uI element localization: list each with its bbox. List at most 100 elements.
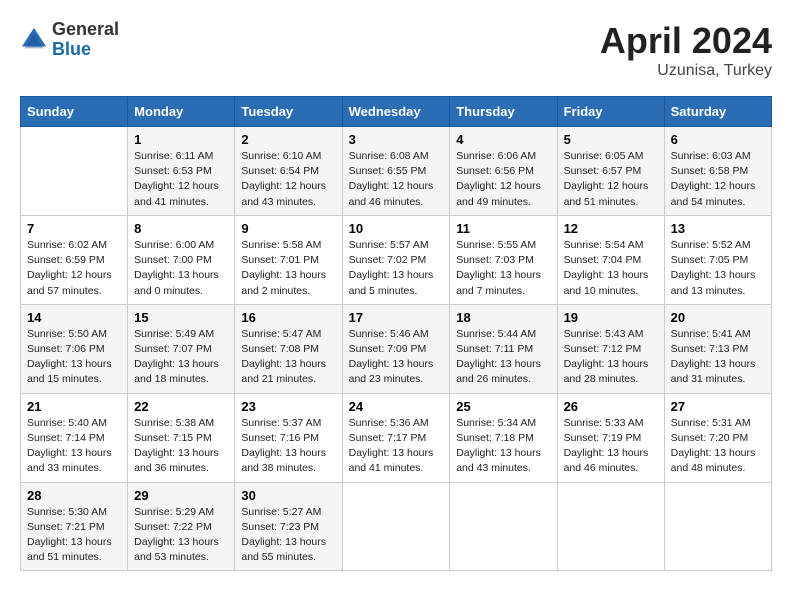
day-number: 8 xyxy=(134,221,228,236)
page-header: General Blue April 2024 Uzunisa, Turkey xyxy=(20,20,772,80)
calendar-week-row: 21Sunrise: 5:40 AMSunset: 7:14 PMDayligh… xyxy=(21,393,772,482)
day-info: Sunrise: 6:00 AMSunset: 7:00 PMDaylight:… xyxy=(134,238,228,299)
day-number: 30 xyxy=(241,488,335,503)
calendar-cell: 13Sunrise: 5:52 AMSunset: 7:05 PMDayligh… xyxy=(664,215,771,304)
day-info: Sunrise: 5:50 AMSunset: 7:06 PMDaylight:… xyxy=(27,327,121,388)
day-info: Sunrise: 6:03 AMSunset: 6:58 PMDaylight:… xyxy=(671,149,765,210)
weekday-header: Sunday xyxy=(21,97,128,127)
day-number: 9 xyxy=(241,221,335,236)
weekday-header-row: SundayMondayTuesdayWednesdayThursdayFrid… xyxy=(21,97,772,127)
calendar-cell xyxy=(450,482,557,571)
day-number: 19 xyxy=(564,310,658,325)
day-info: Sunrise: 5:30 AMSunset: 7:21 PMDaylight:… xyxy=(27,505,121,566)
calendar-cell: 16Sunrise: 5:47 AMSunset: 7:08 PMDayligh… xyxy=(235,304,342,393)
calendar-cell: 26 Sunrise: 5:33 AMSunset: 7:19 PMDayligh… xyxy=(557,393,664,482)
day-info: Sunrise: 5:29 AMSunset: 7:22 PMDaylight:… xyxy=(134,505,228,566)
calendar-cell: 19 Sunrise: 5:43 AMSunset: 7:12 PMDayligh… xyxy=(557,304,664,393)
day-number: 27 xyxy=(671,399,765,414)
logo-icon xyxy=(20,26,48,54)
calendar-cell: 10Sunrise: 5:57 AMSunset: 7:02 PMDayligh… xyxy=(342,215,450,304)
calendar-cell: 18Sunrise: 5:44 AMSunset: 7:11 PMDayligh… xyxy=(450,304,557,393)
weekday-header: Monday xyxy=(128,97,235,127)
calendar-cell: 28 Sunrise: 5:30 AMSunset: 7:21 PMDayligh… xyxy=(21,482,128,571)
day-number: 25 xyxy=(456,399,550,414)
day-number: 7 xyxy=(27,221,121,236)
calendar-cell: 15 Sunrise: 5:49 AMSunset: 7:07 PMDayligh… xyxy=(128,304,235,393)
weekday-header: Tuesday xyxy=(235,97,342,127)
day-number: 29 xyxy=(134,488,228,503)
day-number: 15 xyxy=(134,310,228,325)
day-info: Sunrise: 5:46 AMSunset: 7:09 PMDaylight:… xyxy=(349,327,444,388)
calendar-cell: 1Sunrise: 6:11 AMSunset: 6:53 PMDaylight… xyxy=(128,127,235,216)
day-info: Sunrise: 5:27 AMSunset: 7:23 PMDaylight:… xyxy=(241,505,335,566)
calendar-week-row: 7 Sunrise: 6:02 AMSunset: 6:59 PMDaylight… xyxy=(21,215,772,304)
calendar-week-row: 14 Sunrise: 5:50 AMSunset: 7:06 PMDayligh… xyxy=(21,304,772,393)
calendar-cell: 23 Sunrise: 5:37 AMSunset: 7:16 PMDayligh… xyxy=(235,393,342,482)
day-number: 5 xyxy=(564,132,658,147)
day-number: 24 xyxy=(349,399,444,414)
day-info: Sunrise: 5:54 AMSunset: 7:04 PMDaylight:… xyxy=(564,238,658,299)
day-number: 20 xyxy=(671,310,765,325)
day-number: 14 xyxy=(27,310,121,325)
calendar-cell: 8 Sunrise: 6:00 AMSunset: 7:00 PMDaylight… xyxy=(128,215,235,304)
calendar-cell: 30 Sunrise: 5:27 AMSunset: 7:23 PMDayligh… xyxy=(235,482,342,571)
calendar-cell: 14 Sunrise: 5:50 AMSunset: 7:06 PMDayligh… xyxy=(21,304,128,393)
main-title: April 2024 xyxy=(600,20,772,62)
day-number: 1 xyxy=(134,132,228,147)
calendar-cell: 20 Sunrise: 5:41 AMSunset: 7:13 PMDayligh… xyxy=(664,304,771,393)
day-info: Sunrise: 5:41 AMSunset: 7:13 PMDaylight:… xyxy=(671,327,765,388)
calendar-cell xyxy=(557,482,664,571)
calendar-cell: 29 Sunrise: 5:29 AMSunset: 7:22 PMDayligh… xyxy=(128,482,235,571)
logo: General Blue xyxy=(20,20,119,60)
day-number: 22 xyxy=(134,399,228,414)
day-info: Sunrise: 5:34 AMSunset: 7:18 PMDaylight:… xyxy=(456,416,550,477)
day-number: 28 xyxy=(27,488,121,503)
day-info: Sunrise: 6:06 AMSunset: 6:56 PMDaylight:… xyxy=(456,149,550,210)
day-number: 4 xyxy=(456,132,550,147)
day-number: 17 xyxy=(349,310,444,325)
calendar-table: SundayMondayTuesdayWednesdayThursdayFrid… xyxy=(20,96,772,571)
day-number: 26 xyxy=(564,399,658,414)
day-info: Sunrise: 5:36 AMSunset: 7:17 PMDaylight:… xyxy=(349,416,444,477)
day-info: Sunrise: 5:37 AMSunset: 7:16 PMDaylight:… xyxy=(241,416,335,477)
day-info: Sunrise: 6:08 AMSunset: 6:55 PMDaylight:… xyxy=(349,149,444,210)
day-number: 6 xyxy=(671,132,765,147)
day-info: Sunrise: 5:55 AMSunset: 7:03 PMDaylight:… xyxy=(456,238,550,299)
calendar-week-row: 28 Sunrise: 5:30 AMSunset: 7:21 PMDayligh… xyxy=(21,482,772,571)
day-info: Sunrise: 6:02 AMSunset: 6:59 PMDaylight:… xyxy=(27,238,121,299)
day-info: Sunrise: 5:49 AMSunset: 7:07 PMDaylight:… xyxy=(134,327,228,388)
day-number: 3 xyxy=(349,132,444,147)
day-info: Sunrise: 6:05 AMSunset: 6:57 PMDaylight:… xyxy=(564,149,658,210)
calendar-cell xyxy=(664,482,771,571)
calendar-cell: 2 Sunrise: 6:10 AMSunset: 6:54 PMDaylight… xyxy=(235,127,342,216)
calendar-cell: 5 Sunrise: 6:05 AMSunset: 6:57 PMDaylight… xyxy=(557,127,664,216)
day-number: 18 xyxy=(456,310,550,325)
calendar-cell: 6 Sunrise: 6:03 AMSunset: 6:58 PMDaylight… xyxy=(664,127,771,216)
logo-blue: Blue xyxy=(52,40,119,60)
calendar-cell xyxy=(21,127,128,216)
day-info: Sunrise: 5:33 AMSunset: 7:19 PMDaylight:… xyxy=(564,416,658,477)
calendar-cell: 24 Sunrise: 5:36 AMSunset: 7:17 PMDayligh… xyxy=(342,393,450,482)
calendar-week-row: 1Sunrise: 6:11 AMSunset: 6:53 PMDaylight… xyxy=(21,127,772,216)
weekday-header: Saturday xyxy=(664,97,771,127)
title-block: April 2024 Uzunisa, Turkey xyxy=(600,20,772,80)
calendar-cell: 17 Sunrise: 5:46 AMSunset: 7:09 PMDayligh… xyxy=(342,304,450,393)
day-number: 13 xyxy=(671,221,765,236)
calendar-cell: 25 Sunrise: 5:34 AMSunset: 7:18 PMDayligh… xyxy=(450,393,557,482)
day-number: 23 xyxy=(241,399,335,414)
day-number: 10 xyxy=(349,221,444,236)
day-number: 11 xyxy=(456,221,550,236)
weekday-header: Thursday xyxy=(450,97,557,127)
day-info: Sunrise: 5:43 AMSunset: 7:12 PMDaylight:… xyxy=(564,327,658,388)
calendar-cell: 27 Sunrise: 5:31 AMSunset: 7:20 PMDayligh… xyxy=(664,393,771,482)
calendar-cell xyxy=(342,482,450,571)
calendar-cell: 9Sunrise: 5:58 AMSunset: 7:01 PMDaylight… xyxy=(235,215,342,304)
day-number: 2 xyxy=(241,132,335,147)
logo-general: General xyxy=(52,20,119,40)
day-info: Sunrise: 5:31 AMSunset: 7:20 PMDaylight:… xyxy=(671,416,765,477)
calendar-cell: 22Sunrise: 5:38 AMSunset: 7:15 PMDayligh… xyxy=(128,393,235,482)
weekday-header: Wednesday xyxy=(342,97,450,127)
weekday-header: Friday xyxy=(557,97,664,127)
calendar-cell: 4 Sunrise: 6:06 AMSunset: 6:56 PMDaylight… xyxy=(450,127,557,216)
day-info: Sunrise: 6:10 AMSunset: 6:54 PMDaylight:… xyxy=(241,149,335,210)
